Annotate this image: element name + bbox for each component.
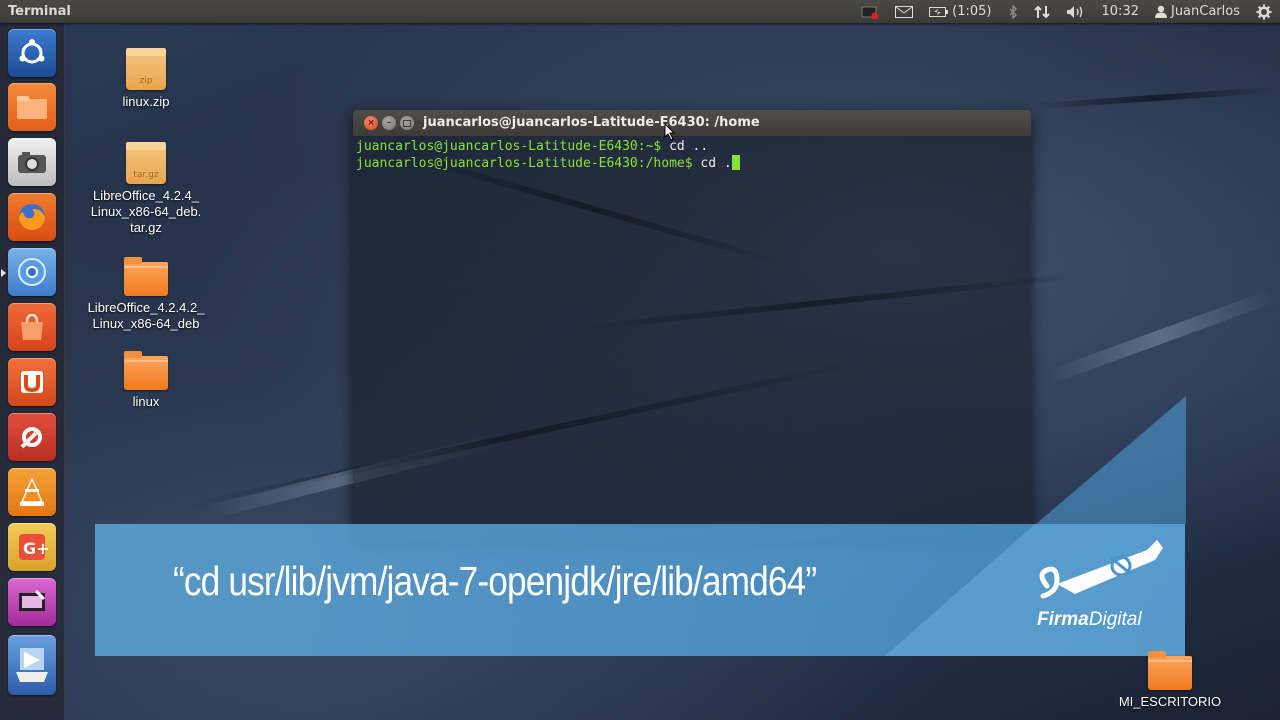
maximize-icon: [403, 119, 411, 127]
battery-time: (1:05): [952, 4, 992, 19]
launcher-firefox-button[interactable]: [8, 193, 56, 241]
folder-icon: [124, 257, 168, 296]
camera-icon: [18, 152, 46, 173]
terminal-body[interactable]: juancarlos@juancarlos-Latitude-E6430:~$ …: [353, 136, 1031, 542]
launcher-video-editor-button[interactable]: [8, 578, 56, 626]
launcher-google-plus-button[interactable]: G+: [8, 523, 56, 571]
brand-name: FirmaDigital: [1037, 609, 1142, 631]
caption-text: “cd usr/lib/jvm/java-7-openjdk/jre/lib/a…: [173, 558, 817, 604]
google-plus-icon: G+: [19, 534, 48, 560]
running-indicator-icon: [1, 269, 6, 277]
desktop-icon-linux-folder[interactable]: linux: [76, 351, 216, 410]
wallpaper-crack: [1030, 86, 1280, 110]
banner-corner-decoration: [1036, 396, 1186, 524]
terminal-window[interactable]: × – juancarlos@juancarlos-Latitude-E6430…: [353, 110, 1031, 542]
launcher-vlc-button[interactable]: [8, 468, 56, 516]
session-gear-icon[interactable]: [1248, 0, 1280, 23]
terminal-prompt: juancarlos@juancarlos-Latitude-E6430:~$: [356, 139, 662, 154]
terminal-line: juancarlos@juancarlos-Latitude-E6430:/ho…: [356, 155, 1028, 172]
folder-icon: [17, 96, 47, 119]
recorder-indicator-icon[interactable]: [853, 0, 887, 23]
launcher-software-center-button[interactable]: [8, 303, 56, 351]
desktop-icon-label: MI_ESCRITORIO: [1118, 694, 1222, 709]
ubuntu-logo-icon: [19, 39, 45, 64]
file-type-tag: tar.gz: [133, 170, 159, 180]
folder-icon: [124, 351, 168, 390]
chromium-icon: [18, 258, 46, 286]
terminal-titlebar[interactable]: × – juancarlos@juancarlos-Latitude-E6430…: [353, 110, 1031, 136]
wallpaper-sand: [1044, 289, 1276, 385]
battery-indicator[interactable]: (1:05): [921, 0, 999, 23]
firefox-icon: [19, 204, 45, 230]
app-title: Terminal: [8, 4, 71, 19]
close-icon: ×: [367, 117, 375, 128]
svg-text:G+: G+: [23, 539, 48, 558]
user-menu[interactable]: JuanCarlos: [1147, 0, 1248, 23]
launcher: G+: [0, 23, 65, 720]
clock[interactable]: 10:32: [1094, 0, 1147, 23]
desktop[interactable]: Terminal (1:05) 10:32 JuanCarlos G+ zip …: [0, 0, 1280, 720]
top-panel: Terminal (1:05) 10:32 JuanCarlos: [0, 0, 1280, 23]
desktop-icon-libreoffice-tar[interactable]: tar.gz LibreOffice_4.2.4_ Linux_x86-64_d…: [76, 142, 216, 236]
launcher-ubuntu-one-button[interactable]: [8, 358, 56, 406]
desktop-icon-label: LibreOffice_4.2.4_ Linux_x86-64_deb. tar…: [90, 188, 202, 235]
brand-name-bold: Firma: [1037, 609, 1089, 630]
terminal-command: cd .: [692, 156, 732, 171]
user-icon: [1154, 5, 1167, 18]
launcher-dash-button[interactable]: [8, 29, 56, 77]
launcher-chromium-button[interactable]: [8, 248, 56, 296]
desktop-icon-mi-escritorio[interactable]: MI_ESCRITORIO: [1100, 651, 1240, 710]
terminal-line: juancarlos@juancarlos-Latitude-E6430:~$ …: [356, 138, 1028, 155]
vlc-cone-icon: [20, 477, 44, 506]
terminal-command: cd ..: [661, 139, 709, 154]
minimize-icon: –: [386, 117, 392, 128]
mouse-pointer-icon: [664, 123, 676, 141]
signature-pen-logo-icon: [1039, 540, 1163, 599]
network-arrows-icon[interactable]: [1026, 0, 1058, 23]
terminal-prompt: juancarlos@juancarlos-Latitude-E6430:/ho…: [356, 156, 693, 171]
launcher-files-button[interactable]: [8, 83, 56, 131]
scanner-icon: [16, 648, 48, 682]
file-type-tag: zip: [139, 76, 153, 86]
volume-icon[interactable]: [1058, 0, 1094, 23]
settings-tools-icon: [20, 427, 42, 449]
bluetooth-icon[interactable]: [1000, 0, 1026, 23]
messaging-envelope-icon[interactable]: [887, 0, 921, 23]
user-name: JuanCarlos: [1170, 4, 1240, 19]
desktop-icon-label: LibreOffice_4.2.4.2_ Linux_x86-64_deb: [87, 300, 205, 331]
desktop-icon-label: linux: [132, 394, 160, 409]
launcher-system-settings-button[interactable]: [8, 413, 56, 461]
caption-banner: “cd usr/lib/jvm/java-7-openjdk/jre/lib/a…: [95, 524, 1185, 656]
minimize-button[interactable]: –: [382, 116, 396, 130]
launcher-screenshot-button[interactable]: [8, 138, 56, 186]
ubuntu-one-icon: [21, 371, 43, 393]
desktop-icon-label: linux.zip: [122, 94, 170, 109]
tar-archive-icon: tar.gz: [126, 142, 166, 184]
zip-archive-icon: zip: [126, 48, 166, 90]
battery-icon: [929, 6, 949, 17]
text-cursor: [731, 155, 740, 170]
desktop-icon-linux-zip[interactable]: zip linux.zip: [76, 48, 216, 110]
maximize-button[interactable]: [400, 116, 414, 130]
folder-icon: [1148, 651, 1192, 690]
launcher-scanner-button[interactable]: [8, 635, 56, 695]
brand-name-rest: Digital: [1088, 609, 1142, 630]
brand-logo: FirmaDigital: [1035, 536, 1175, 646]
film-edit-icon: [19, 589, 46, 611]
desktop-icon-libreoffice-folder[interactable]: LibreOffice_4.2.4.2_ Linux_x86-64_deb: [76, 257, 216, 332]
shopping-bag-icon: [21, 313, 43, 340]
terminal-title: juancarlos@juancarlos-Latitude-E6430: /h…: [423, 115, 760, 130]
close-button[interactable]: ×: [364, 116, 378, 130]
